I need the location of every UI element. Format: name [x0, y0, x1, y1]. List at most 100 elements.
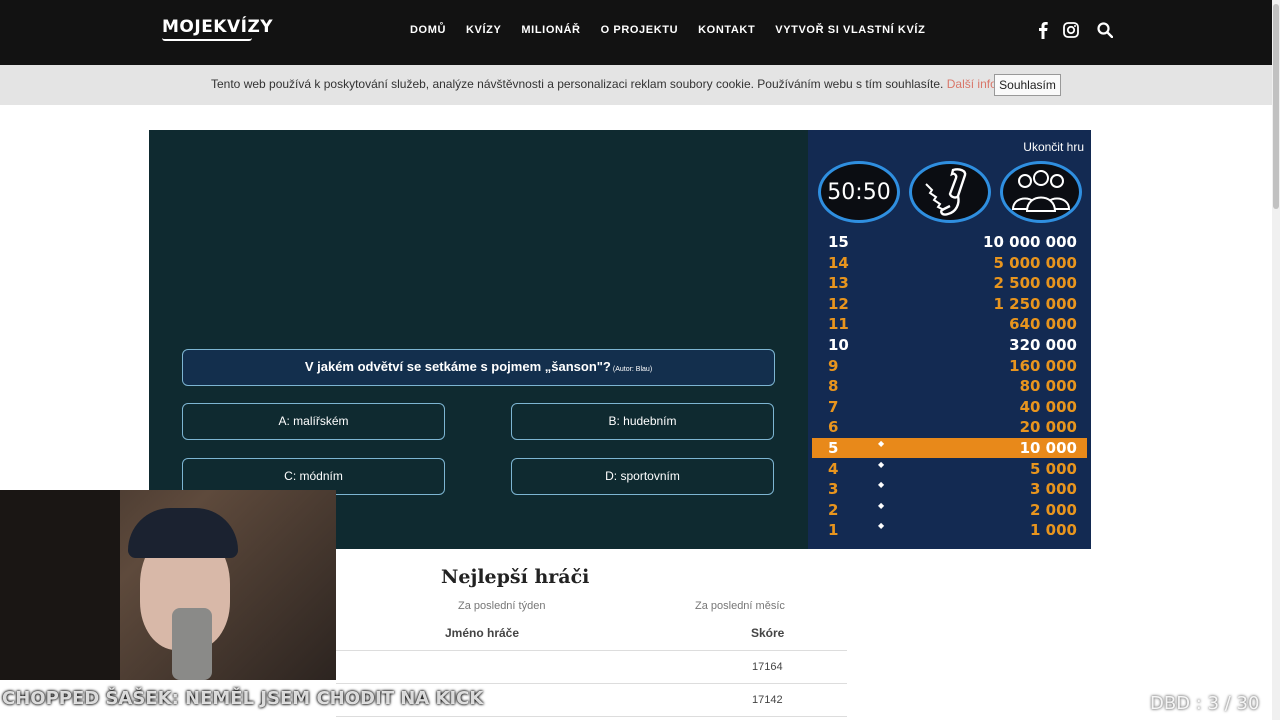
ladder-rung-6: 6 20 000	[812, 417, 1087, 437]
leaderboard-tab-week[interactable]: Za poslední týden	[458, 600, 545, 612]
rung-marker-icon: ◆	[878, 459, 885, 469]
ladder-rung-11: 11 640 000	[812, 314, 1087, 334]
ladder-rung-2: 2 ◆ 2 000	[812, 500, 1087, 520]
rung-amount: 2 000	[1030, 500, 1077, 519]
fifty-fifty-label: 50:50	[827, 179, 891, 205]
rung-number: 4	[828, 459, 839, 478]
rung-number: 1	[828, 521, 839, 540]
search-icon[interactable]	[1096, 20, 1114, 40]
rung-number: 8	[828, 377, 839, 396]
rung-amount: 3 000	[1030, 480, 1077, 499]
rung-amount: 20 000	[1019, 418, 1077, 437]
column-header-score: Skóre	[751, 626, 785, 640]
rung-marker-icon: ◆	[878, 521, 885, 531]
site-logo[interactable]: MOJEKVÍZY	[162, 17, 273, 37]
end-game-link[interactable]: Ukončit hru	[1023, 140, 1084, 154]
rung-amount: 1 000	[1030, 521, 1077, 540]
nav-item-quizzes[interactable]: KVÍZY	[456, 24, 511, 36]
phone-icon	[925, 168, 967, 216]
stream-title-overlay: CHOPPED ŠAŠEK: NEMĚL JSEM CHODIT NA KICK	[2, 688, 484, 709]
rung-number: 13	[828, 274, 849, 293]
instagram-icon[interactable]	[1062, 20, 1080, 40]
scrollbar-thumb[interactable]	[1273, 4, 1279, 209]
leaderboard-title: Nejlepší hráči	[441, 566, 590, 588]
ladder-rung-8: 8 80 000	[812, 376, 1087, 396]
cookie-message: Tento web používá k poskytování služeb, …	[211, 77, 944, 91]
rung-amount: 2 500 000	[993, 274, 1077, 293]
ladder-rung-15: 15 10 000 000	[812, 232, 1087, 252]
social-icons	[1034, 20, 1114, 40]
streamer-webcam	[0, 490, 336, 680]
answer-d-button[interactable]: D: sportovním	[511, 458, 774, 495]
table-row-score: 17142	[752, 694, 783, 706]
money-ladder: Ukončit hru 50:50 15 10 000 000 14 5 000 00…	[808, 130, 1091, 549]
lifeline-audience[interactable]	[1000, 161, 1082, 223]
top-navbar: MOJEKVÍZY DOMŮ KVÍZY MILIONÁŘ O PROJEKTU…	[0, 0, 1272, 65]
rung-amount: 160 000	[1009, 356, 1077, 375]
ladder-rung-7: 7 40 000	[812, 397, 1087, 417]
column-header-player: Jméno hráče	[445, 626, 520, 640]
rung-amount: 1 250 000	[993, 294, 1077, 313]
page: MOJEKVÍZY DOMŮ KVÍZY MILIONÁŘ O PROJEKTU…	[0, 0, 1280, 720]
main-menu: DOMŮ KVÍZY MILIONÁŘ O PROJEKTU KONTAKT V…	[400, 24, 935, 36]
rung-amount: 5 000 000	[993, 253, 1077, 272]
lifeline-fifty-fifty[interactable]: 50:50	[818, 161, 900, 223]
cookie-banner: Tento web používá k poskytování služeb, …	[0, 65, 1272, 105]
webcam-cap	[128, 508, 238, 558]
ladder-rung-14: 14 5 000 000	[812, 253, 1087, 273]
nav-item-about[interactable]: O PROJEKTU	[591, 24, 689, 36]
ladder-rung-3: 3 ◆ 3 000	[812, 479, 1087, 499]
rung-amount: 320 000	[1009, 336, 1077, 354]
rung-marker-icon: ◆	[878, 439, 885, 448]
rung-amount: 640 000	[1009, 315, 1077, 334]
nav-item-contact[interactable]: KONTAKT	[688, 24, 765, 36]
leaderboard-tab-month[interactable]: Za poslední měsíc	[695, 600, 785, 612]
ladder-rung-5: 5 ◆ 10 000	[812, 438, 1087, 458]
table-divider	[336, 683, 847, 684]
stream-counter-overlay: DBD : 3 / 30	[1150, 693, 1260, 714]
rung-number: 9	[828, 356, 839, 375]
question-author: (Autor: Blau)	[612, 366, 653, 373]
rung-amount: 5 000	[1030, 459, 1077, 478]
rung-amount: 80 000	[1019, 377, 1077, 396]
webcam-background	[0, 490, 120, 680]
question-text: V jakém odvětví se setkáme s pojmem „šan…	[304, 359, 611, 374]
lifeline-phone[interactable]	[909, 161, 991, 223]
ladder-rung-10: 10 320 000	[812, 335, 1087, 355]
rung-number: 11	[828, 315, 849, 334]
rung-number: 12	[828, 294, 849, 313]
rung-amount: 10 000 000	[983, 233, 1077, 251]
cookie-accept-button[interactable]: Souhlasím	[994, 74, 1061, 96]
facebook-icon[interactable]	[1034, 20, 1052, 40]
rung-number: 10	[828, 336, 849, 354]
ladder-rung-4: 4 ◆ 5 000	[812, 459, 1087, 479]
rung-number: 2	[828, 500, 839, 519]
rung-amount: 40 000	[1019, 397, 1077, 416]
nav-item-millionaire[interactable]: MILIONÁŘ	[511, 24, 590, 36]
rung-amount: 10 000	[1019, 439, 1077, 457]
answer-b-button[interactable]: B: hudebním	[511, 403, 774, 440]
table-row-score: 17164	[752, 661, 783, 673]
table-divider	[336, 650, 847, 651]
audience-icon	[1011, 170, 1071, 212]
ladder-rung-13: 13 2 500 000	[812, 273, 1087, 293]
rung-number: 14	[828, 253, 849, 272]
rung-number: 3	[828, 480, 839, 499]
cookie-text: Tento web používá k poskytování služeb, …	[211, 77, 1033, 91]
nav-item-create-quiz[interactable]: VYTVOŘ SI VLASTNÍ KVÍZ	[765, 24, 935, 36]
ladder-rung-1: 1 ◆ 1 000	[812, 520, 1087, 540]
logo-underline	[162, 38, 252, 41]
rung-marker-icon: ◆	[878, 480, 885, 490]
webcam-microphone	[172, 608, 212, 680]
table-divider	[336, 716, 847, 717]
nav-item-home[interactable]: DOMŮ	[400, 24, 456, 36]
rung-number: 15	[828, 233, 849, 251]
answer-a-button[interactable]: A: malířském	[182, 403, 445, 440]
rung-number: 5	[828, 439, 839, 457]
ladder-rung-9: 9 160 000	[812, 356, 1087, 376]
question-box: V jakém odvětví se setkáme s pojmem „šan…	[182, 349, 775, 386]
rung-number: 6	[828, 418, 839, 437]
rung-number: 7	[828, 397, 839, 416]
rung-marker-icon: ◆	[878, 500, 885, 510]
ladder-rung-12: 12 1 250 000	[812, 294, 1087, 314]
